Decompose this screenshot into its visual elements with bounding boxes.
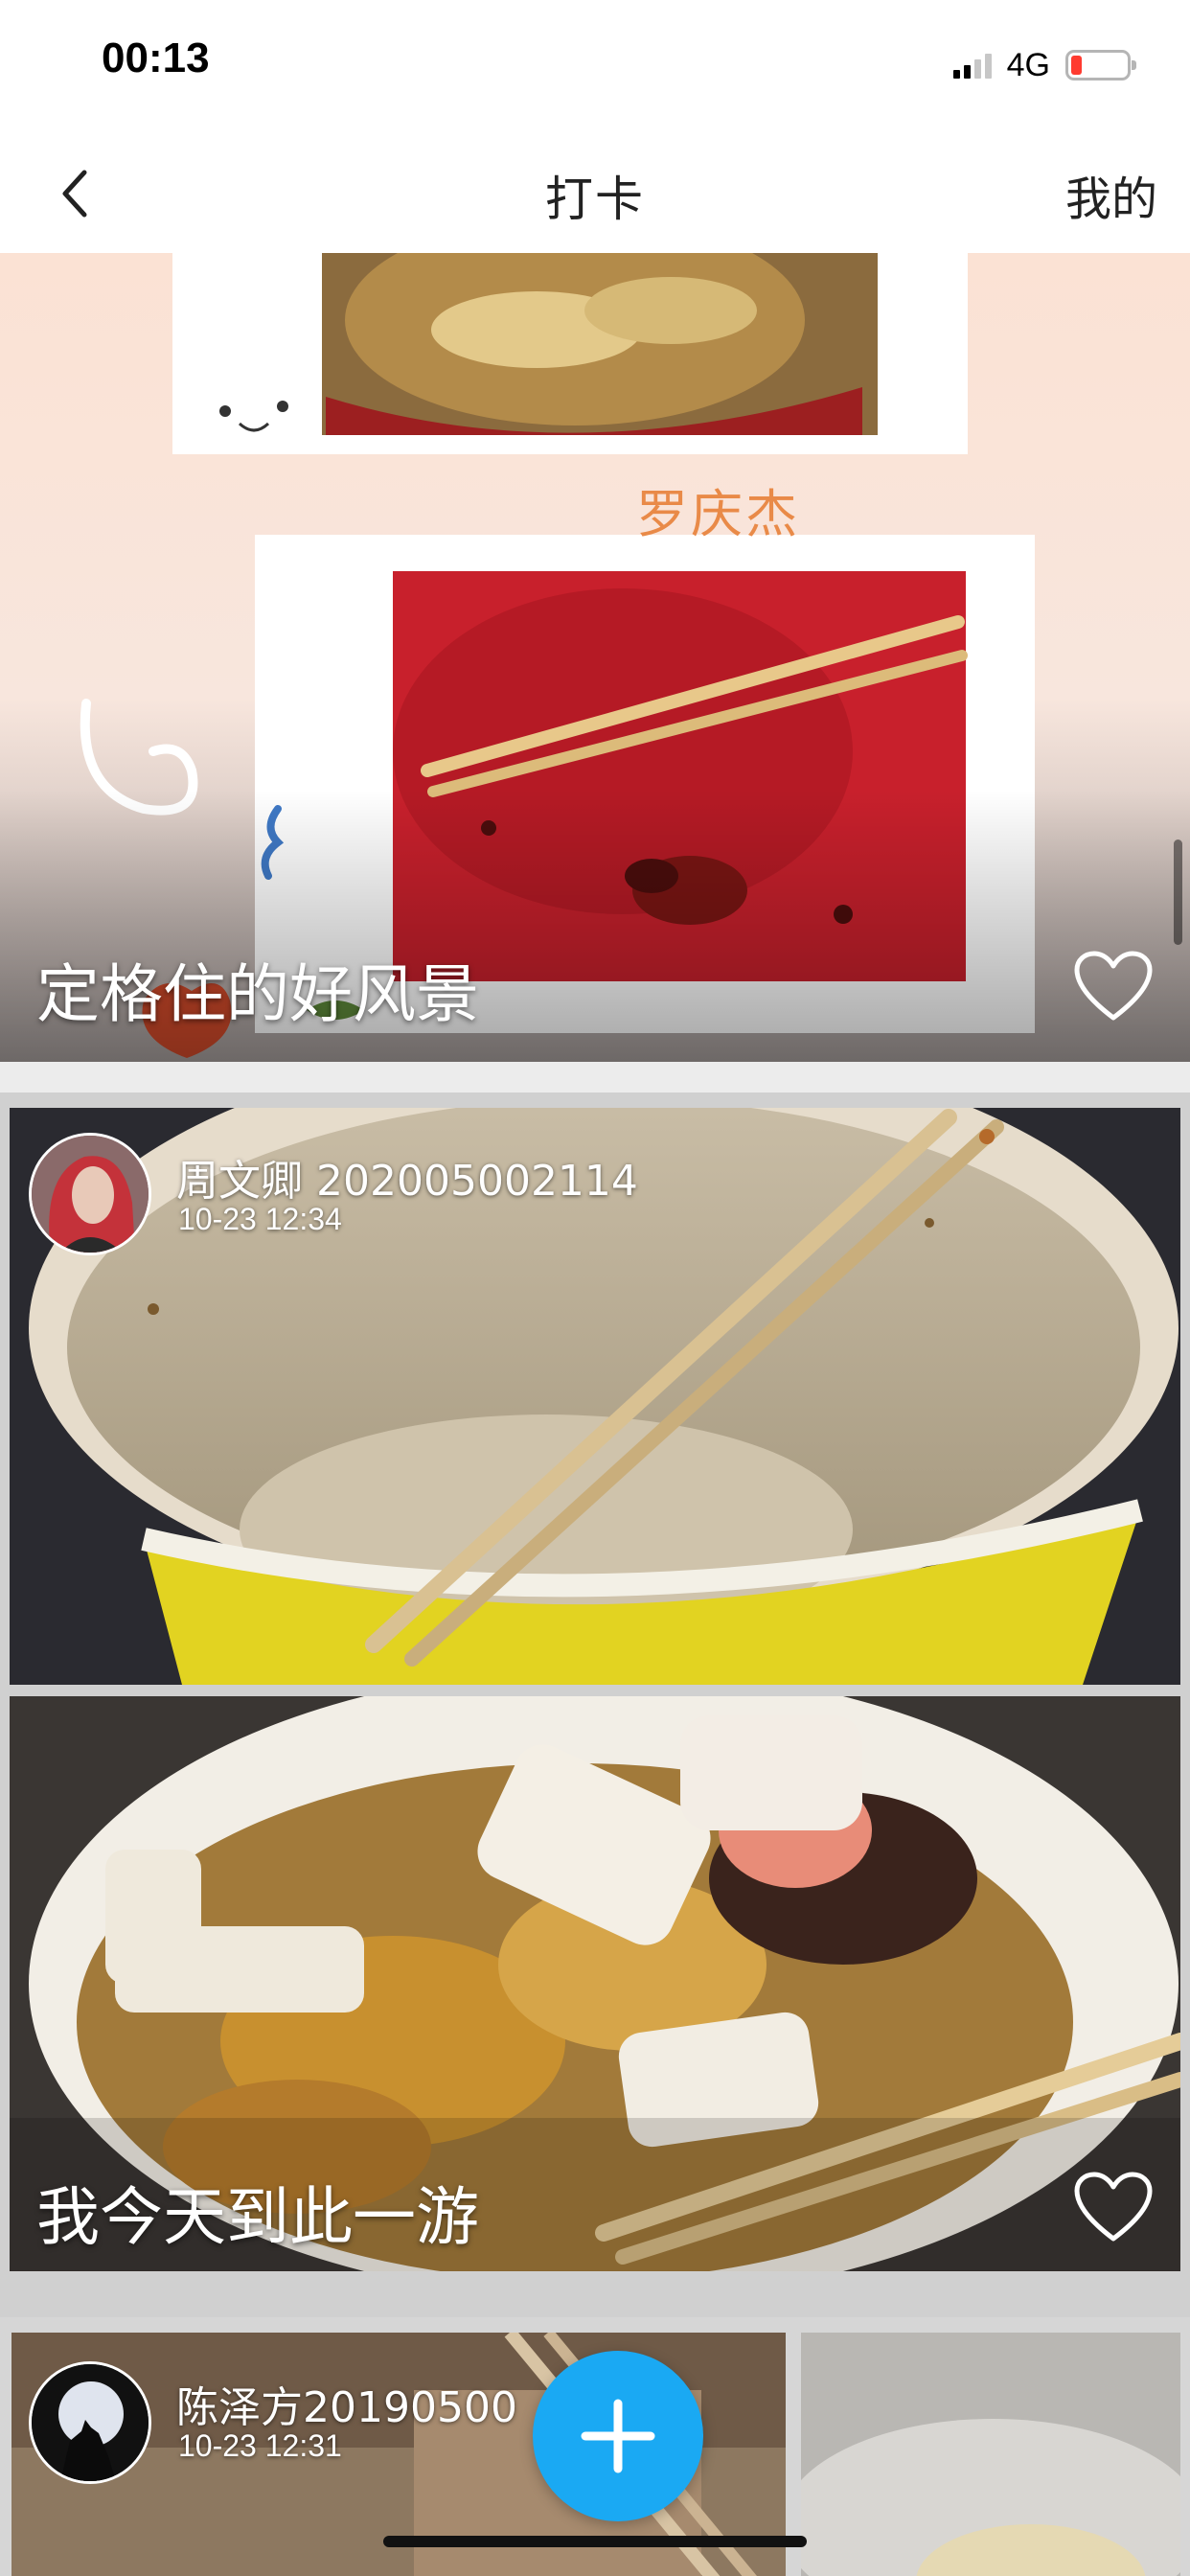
status-bar: 00:13 4G [0,0,1190,134]
network-type: 4G [1006,46,1050,83]
battery-level [1071,56,1082,75]
checkin-screen: 00:13 4G 打卡 我的 罗庆杰 定格住的好风景 周文卿 202005002… [0,0,1190,2576]
photo-name-label: 罗庆杰 [636,484,800,544]
post-photo[interactable]: 罗庆杰 [0,253,1190,1062]
add-post-button[interactable] [533,2351,703,2521]
nav-bar: 打卡 我的 [0,134,1190,253]
signal-icon [952,52,992,79]
user-name: 周文卿 202005002114 [176,1157,638,1206]
post-card[interactable]: 罗庆杰 定格住的好风景 [0,253,1190,1062]
post-photo-2[interactable] [801,2333,1180,2576]
user-avatar[interactable] [29,2361,151,2484]
plus-icon [581,2399,655,2473]
my-posts-link[interactable]: 我的 [1065,161,1157,228]
post-card[interactable]: 周文卿 202005002114 10-23 12:34 我今天到此一游 [0,1092,1190,2348]
user-name: 陈泽方20190500 [176,2383,517,2432]
collage-photo [0,253,1190,1062]
like-heart-icon[interactable] [1073,951,1154,1024]
home-indicator[interactable] [383,2536,807,2547]
post-time: 10-23 12:31 [178,2428,342,2463]
post-caption: 定格住的好风景 [36,957,479,1031]
status-indicators: 4G [952,42,1136,88]
scroll-indicator[interactable] [1174,840,1182,945]
status-time: 00:13 [102,34,210,81]
like-heart-icon[interactable] [1073,2172,1154,2244]
post-time: 10-23 12:34 [178,1202,342,1236]
user-avatar[interactable] [29,1133,151,1255]
container-photo [801,2333,1180,2576]
battery-icon [1065,50,1136,80]
post-caption: 我今天到此一游 [36,2180,479,2254]
post-feed[interactable]: 罗庆杰 定格住的好风景 周文卿 202005002114 10-23 12:34… [0,253,1190,2576]
page-title: 打卡 [545,172,645,227]
